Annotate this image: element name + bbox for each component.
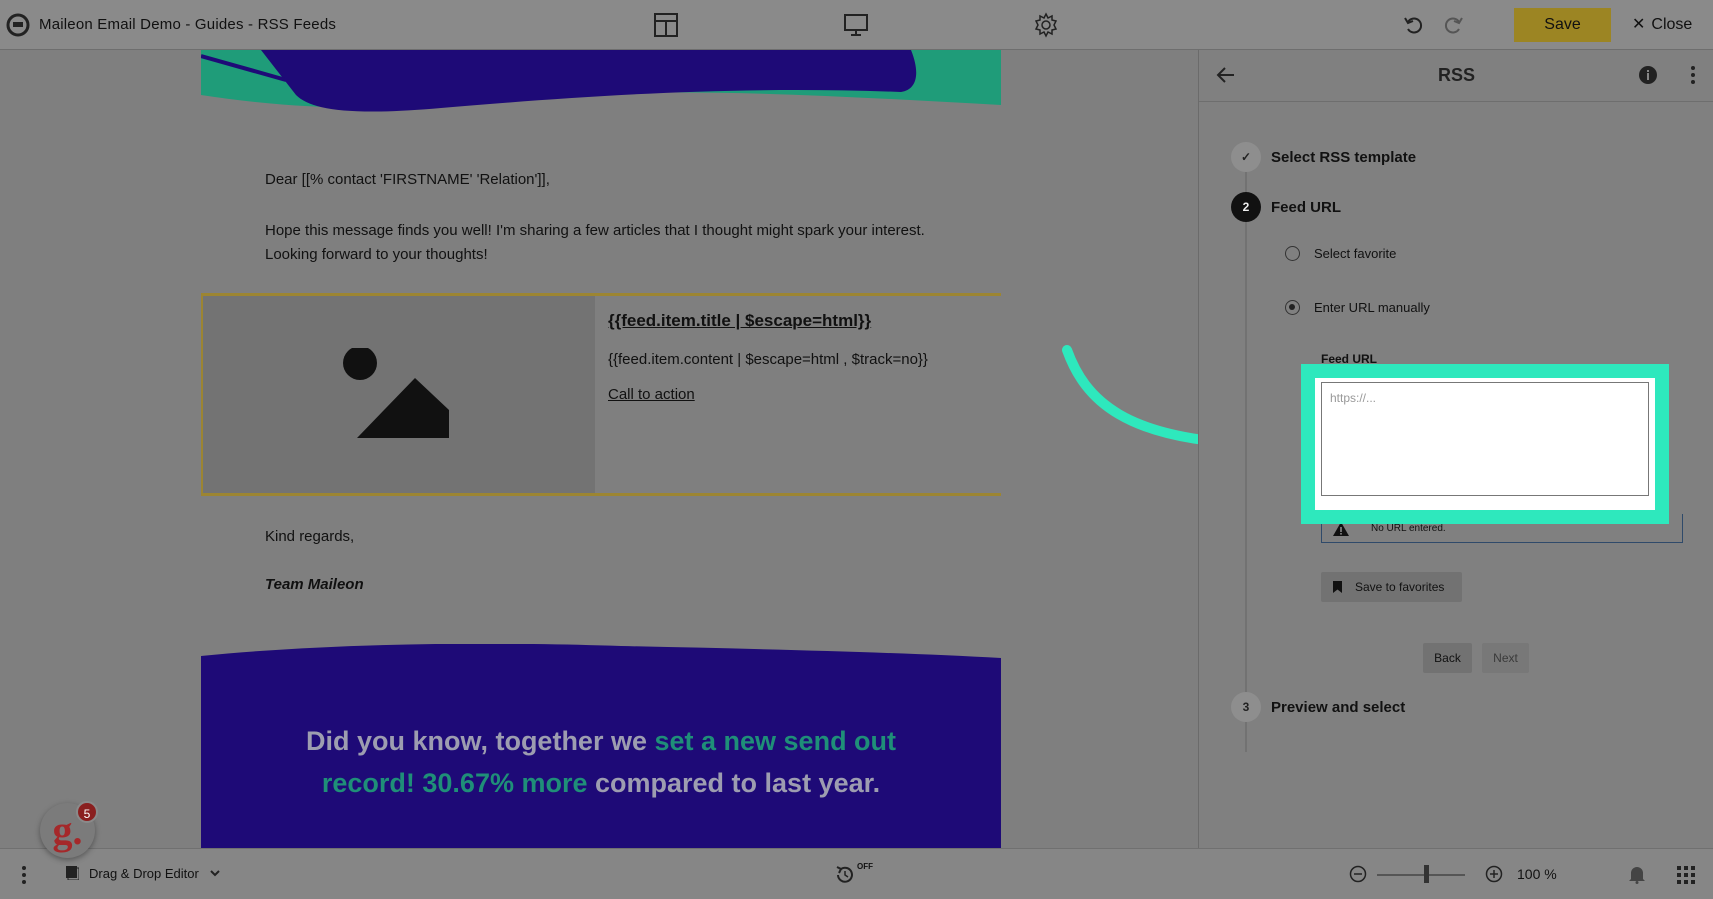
rss-panel: RSS ✓ Select RSS template 2 Feed URL Sel…: [1198, 50, 1713, 848]
url-input-highlight: [1301, 364, 1669, 524]
close-label: Close: [1651, 16, 1693, 33]
redo-icon[interactable]: [1441, 13, 1465, 37]
warning-icon: [1333, 522, 1349, 536]
panel-title: RSS: [1437, 65, 1475, 85]
rss-feed-block[interactable]: {{feed.item.title | $escape=html}} {{fee…: [201, 293, 1001, 496]
panel-header: RSS: [1199, 50, 1713, 102]
notification-bell-icon[interactable]: [1628, 864, 1646, 884]
more-options-icon[interactable]: [1683, 65, 1703, 85]
radio-enter-url-manually[interactable]: [1285, 300, 1300, 315]
step-1-check-icon: ✓: [1231, 142, 1261, 172]
back-button[interactable]: Back: [1423, 643, 1472, 673]
bookmark-icon: [1333, 581, 1342, 593]
feed-item-content: {{feed.item.content | $escape=html , $tr…: [608, 351, 928, 368]
radio-select-favorite-label[interactable]: Select favorite: [1314, 246, 1396, 261]
email-regards: Kind regards,: [265, 528, 355, 545]
apps-grid-icon[interactable]: [1677, 866, 1695, 884]
step-2-label[interactable]: Feed URL: [1271, 199, 1341, 216]
close-button[interactable]: ✕ Close: [1632, 14, 1692, 34]
chevron-down-icon[interactable]: [209, 867, 221, 879]
zoom-slider-track[interactable]: [1377, 874, 1465, 876]
editor-mode-label[interactable]: Drag & Drop Editor: [89, 866, 199, 881]
undo-icon[interactable]: [1402, 13, 1426, 37]
info-icon[interactable]: [1638, 65, 1658, 85]
email-canvas[interactable]: Dear [[% contact 'FIRSTNAME' 'Relation']…: [201, 50, 1001, 848]
save-to-favorites-label: Save to favorites: [1355, 580, 1445, 594]
step-2-number: 2: [1231, 192, 1261, 222]
email-greeting: Dear [[% contact 'FIRSTNAME' 'Relation']…: [265, 171, 550, 188]
footer-text-part1: Did you know, together we: [305, 726, 655, 756]
footer-text-part2: compared to last year.: [587, 768, 881, 798]
call-to-action-link[interactable]: Call to action: [608, 386, 695, 403]
feed-item-title[interactable]: {{feed.item.title | $escape=html}}: [608, 311, 871, 331]
zoom-level: 100 %: [1517, 866, 1557, 882]
desktop-preview-icon[interactable]: [843, 12, 869, 38]
feed-url-input[interactable]: [1321, 382, 1649, 496]
editor-icon: [66, 866, 79, 880]
menu-dots-icon[interactable]: [20, 865, 28, 885]
close-icon: ✕: [1632, 16, 1646, 33]
step-1-label[interactable]: Select RSS template: [1271, 149, 1416, 166]
radio-select-favorite[interactable]: [1285, 246, 1300, 261]
radio-enter-url-manually-label[interactable]: Enter URL manually: [1314, 300, 1430, 315]
zoom-slider-handle[interactable]: [1424, 865, 1429, 883]
email-intro: Hope this message finds you well! I'm sh…: [265, 222, 925, 263]
header-banner[interactable]: [201, 50, 1001, 120]
warning-text: No URL entered.: [1371, 523, 1446, 534]
stepper-line: [1245, 152, 1247, 752]
autosave-icon[interactable]: [833, 863, 857, 887]
email-signature: Team Maileon: [265, 576, 364, 593]
zoom-in-icon[interactable]: [1485, 865, 1503, 883]
layout-icon[interactable]: [653, 12, 679, 38]
feed-image-placeholder: [203, 296, 595, 493]
step-3-number: 3: [1231, 692, 1261, 722]
image-placeholder-icon: [343, 348, 449, 438]
save-to-favorites-button[interactable]: Save to favorites: [1321, 572, 1462, 602]
top-bar: Maileon Email Demo - Guides - RSS Feeds …: [0, 0, 1713, 50]
save-button[interactable]: Save: [1514, 8, 1611, 42]
autosave-status: OFF: [857, 862, 873, 871]
bottom-bar: Drag & Drop Editor OFF 100 %: [0, 848, 1713, 899]
maileon-logo-icon: [6, 13, 30, 37]
footer-banner-text: Did you know, together we set a new send…: [261, 720, 941, 804]
settings-gear-icon[interactable]: [1033, 12, 1059, 38]
guide-count-badge: 5: [76, 801, 98, 823]
next-button[interactable]: Next: [1482, 643, 1529, 673]
zoom-out-icon[interactable]: [1349, 865, 1367, 883]
app-title: Maileon Email Demo - Guides - RSS Feeds: [39, 16, 337, 33]
step-3-label[interactable]: Preview and select: [1271, 699, 1405, 716]
